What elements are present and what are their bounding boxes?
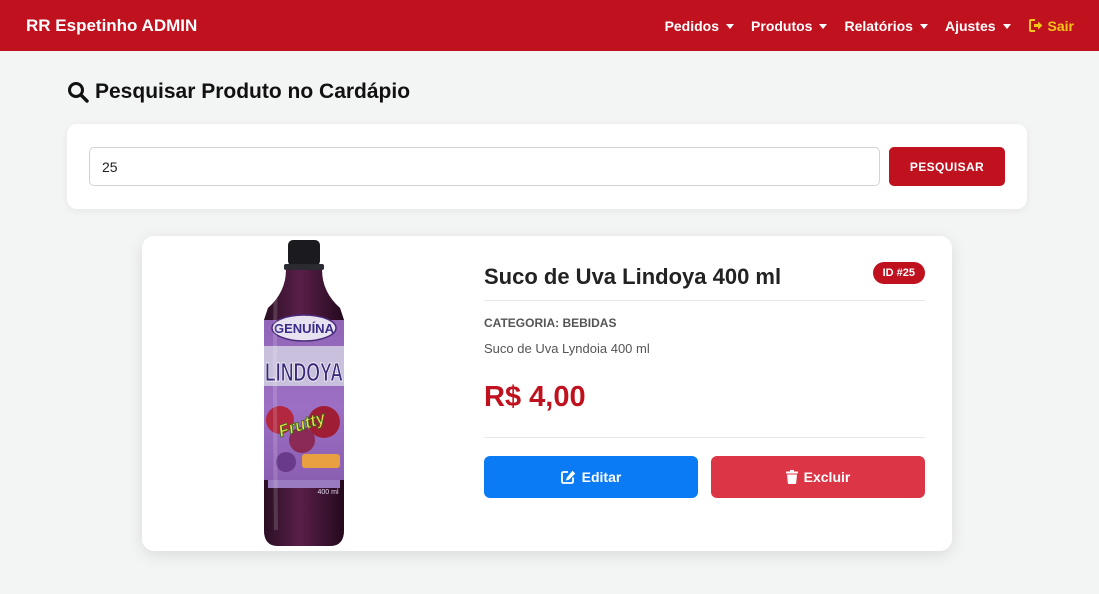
search-card: PESQUISAR: [67, 124, 1027, 209]
menu-relatorios-label: Relatórios: [844, 17, 913, 34]
image-brand-top: GENUÍNA: [274, 321, 335, 336]
product-price: R$ 4,00: [484, 381, 925, 438]
logout-label: Sair: [1047, 17, 1074, 34]
logout-link[interactable]: Sair: [1028, 17, 1074, 34]
edit-button-label: Editar: [581, 469, 622, 485]
menu-ajustes-label: Ajustes: [944, 17, 996, 34]
brand-title[interactable]: RR Espetinho ADMIN: [26, 16, 197, 36]
delete-button-label: Excluir: [803, 469, 851, 485]
product-info: Suco de Uva Lindoya 400 ml ID #25 CATEGO…: [484, 262, 925, 498]
main-menu: Pedidos Produtos Relatórios Ajustes Sair: [665, 18, 1074, 34]
product-id-badge: ID #25: [872, 262, 925, 284]
edit-button[interactable]: Editar: [484, 456, 698, 498]
menu-produtos[interactable]: Produtos: [751, 17, 828, 34]
search-button[interactable]: PESQUISAR: [889, 147, 1005, 186]
sign-out-icon: [1028, 19, 1043, 32]
caret-down-icon: [1002, 24, 1011, 29]
product-category: CATEGORIA: BEBIDAS: [484, 316, 617, 330]
product-image: GENUÍNA LINDOYA Frutty 400 ml: [264, 240, 344, 546]
menu-ajustes[interactable]: Ajustes: [945, 18, 1011, 34]
page-title: Pesquisar Produto no Cardápio: [67, 80, 410, 104]
product-card: GENUÍNA LINDOYA Frutty 400 ml Suco de Uv…: [142, 236, 952, 551]
edit-icon: [560, 470, 575, 484]
caret-down-icon: [819, 24, 828, 29]
caret-down-icon: [726, 24, 735, 29]
caret-down-icon: [919, 24, 928, 29]
search-icon: [68, 82, 89, 103]
image-volume-label: 400 ml: [317, 489, 338, 496]
top-navbar: RR Espetinho ADMIN Pedidos Produtos Rela…: [0, 0, 1099, 51]
product-description: Suco de Uva Lyndoia 400 ml: [484, 341, 650, 356]
delete-button[interactable]: Excluir: [711, 456, 925, 498]
menu-pedidos-label: Pedidos: [664, 17, 720, 34]
product-actions: Editar Excluir: [484, 456, 925, 498]
product-name: Suco de Uva Lindoya 400 ml: [484, 264, 782, 289]
page-title-text: Pesquisar Produto no Cardápio: [95, 80, 411, 103]
menu-relatorios[interactable]: Relatórios: [844, 17, 928, 34]
trash-icon: [785, 470, 798, 484]
menu-produtos-label: Produtos: [751, 17, 813, 34]
search-input[interactable]: [89, 147, 880, 186]
menu-pedidos[interactable]: Pedidos: [664, 17, 735, 34]
product-header: Suco de Uva Lindoya 400 ml ID #25: [484, 262, 925, 301]
